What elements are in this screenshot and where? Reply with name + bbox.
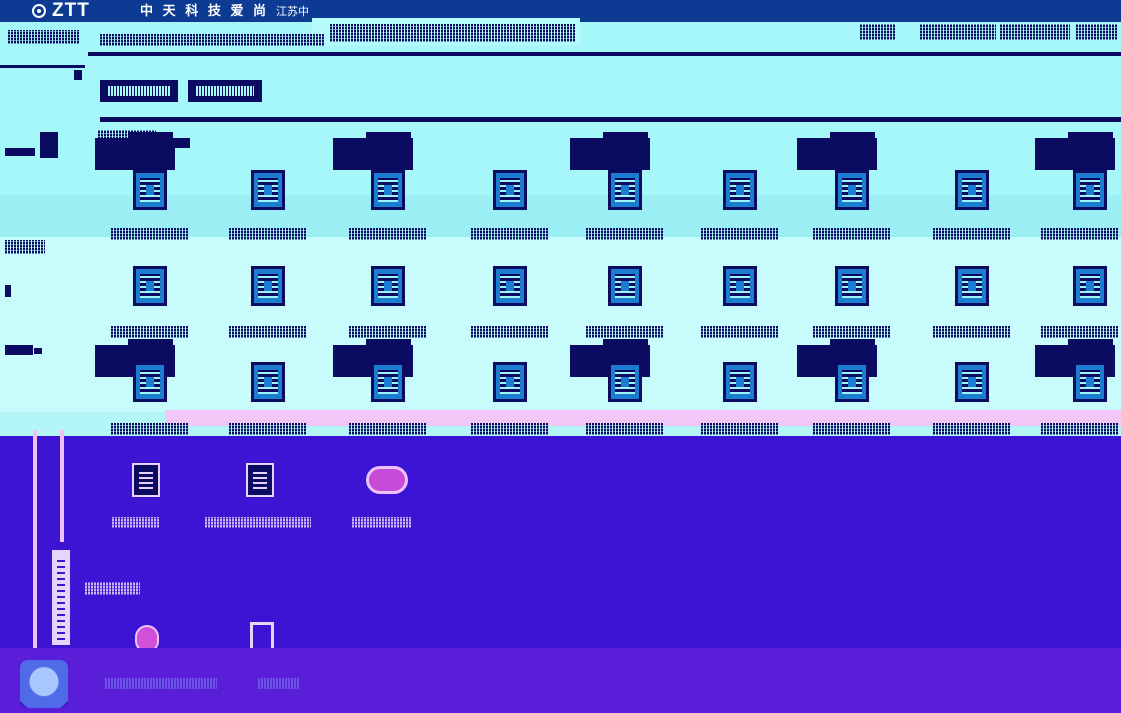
app-label bbox=[349, 423, 427, 435]
app-label bbox=[586, 326, 664, 338]
icon-shadow bbox=[603, 339, 648, 349]
scroll-handle-grip bbox=[57, 556, 65, 640]
app-icon[interactable] bbox=[608, 362, 642, 402]
app-icon[interactable] bbox=[1073, 170, 1107, 210]
app-icon[interactable] bbox=[493, 266, 527, 306]
icon-shadow bbox=[128, 339, 173, 349]
lower-panel bbox=[0, 436, 1121, 648]
app-icon[interactable] bbox=[723, 266, 757, 306]
app-label bbox=[813, 326, 891, 338]
app-label bbox=[111, 423, 189, 435]
app-icon[interactable] bbox=[1073, 362, 1107, 402]
app-icon[interactable] bbox=[246, 463, 274, 497]
vertical-rule bbox=[33, 430, 37, 655]
app-label bbox=[112, 517, 160, 528]
app-label bbox=[701, 326, 779, 338]
app-icon[interactable] bbox=[366, 466, 408, 494]
app-label bbox=[471, 228, 549, 240]
icon-shadow bbox=[797, 138, 877, 170]
vertical-rule bbox=[60, 430, 64, 542]
user-avatar[interactable] bbox=[20, 660, 68, 708]
app-icon[interactable] bbox=[132, 463, 160, 497]
icon-shadow bbox=[1035, 138, 1115, 170]
icon-shadow bbox=[603, 132, 648, 142]
app-icon[interactable] bbox=[835, 266, 869, 306]
app-icon[interactable] bbox=[133, 266, 167, 306]
icon-shadow bbox=[366, 339, 411, 349]
app-icon[interactable] bbox=[251, 362, 285, 402]
app-label bbox=[229, 326, 307, 338]
app-label bbox=[813, 228, 891, 240]
user-info-text bbox=[258, 678, 300, 689]
app-label bbox=[349, 228, 427, 240]
app-label bbox=[701, 228, 779, 240]
app-icon[interactable] bbox=[955, 266, 989, 306]
app-icon[interactable] bbox=[1073, 266, 1107, 306]
app-label bbox=[933, 423, 1011, 435]
app-label bbox=[1041, 326, 1119, 338]
icon-shadow bbox=[570, 138, 650, 170]
app-icon[interactable] bbox=[723, 170, 757, 210]
app-label bbox=[586, 423, 664, 435]
app-label bbox=[813, 423, 891, 435]
app-icon[interactable] bbox=[835, 362, 869, 402]
app-label bbox=[352, 517, 412, 528]
app-icon[interactable] bbox=[835, 170, 869, 210]
icon-shadow bbox=[1068, 339, 1113, 349]
icon-shadow bbox=[128, 132, 173, 142]
app-icon[interactable] bbox=[493, 170, 527, 210]
app-label bbox=[471, 326, 549, 338]
app-icon[interactable] bbox=[371, 266, 405, 306]
app-icon[interactable] bbox=[955, 362, 989, 402]
app-grid bbox=[0, 0, 1121, 440]
app-icon[interactable] bbox=[608, 266, 642, 306]
app-label bbox=[701, 423, 779, 435]
app-label bbox=[205, 517, 311, 528]
app-label bbox=[111, 326, 189, 338]
icon-shadow bbox=[830, 132, 875, 142]
app-label bbox=[586, 228, 664, 240]
icon-shadow bbox=[1068, 132, 1113, 142]
app-icon[interactable] bbox=[493, 362, 527, 402]
app-icon[interactable] bbox=[371, 362, 405, 402]
section-title bbox=[85, 582, 140, 595]
app-label bbox=[933, 326, 1011, 338]
app-label bbox=[349, 326, 427, 338]
app-icon[interactable] bbox=[133, 362, 167, 402]
app-icon[interactable] bbox=[955, 170, 989, 210]
user-info-text bbox=[105, 678, 217, 689]
icon-shadow bbox=[95, 138, 175, 170]
app-label bbox=[471, 423, 549, 435]
app-icon[interactable] bbox=[371, 170, 405, 210]
app-icon[interactable] bbox=[251, 266, 285, 306]
icon-shadow bbox=[830, 339, 875, 349]
app-label bbox=[933, 228, 1011, 240]
app-label bbox=[1041, 423, 1119, 435]
app-icon[interactable] bbox=[133, 170, 167, 210]
app-label bbox=[229, 423, 307, 435]
app-label bbox=[1041, 228, 1119, 240]
app-icon[interactable] bbox=[608, 170, 642, 210]
app-icon[interactable] bbox=[251, 170, 285, 210]
app-label bbox=[229, 228, 307, 240]
icon-shadow bbox=[366, 132, 411, 142]
icon-shadow bbox=[333, 138, 413, 170]
app-label bbox=[111, 228, 189, 240]
app-icon[interactable] bbox=[723, 362, 757, 402]
